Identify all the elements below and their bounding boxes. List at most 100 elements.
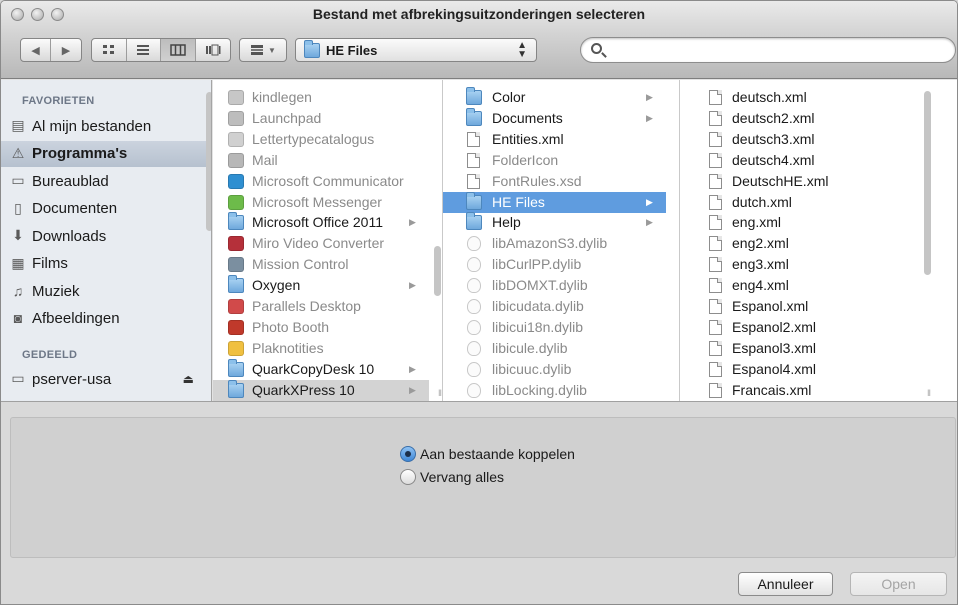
xml-file-icon (709, 236, 722, 252)
search-input[interactable] (609, 42, 939, 58)
up-down-chevron-icon: ▲ ▼ (517, 40, 527, 60)
sidebar-item-server[interactable]: ▭ pserver-usa ⏏ (1, 366, 206, 392)
sidebar-item-pictures[interactable]: ◙ Afbeeldingen (1, 306, 206, 332)
item-name: eng2.xml (732, 235, 789, 252)
item-name: Oxygen (252, 277, 301, 294)
app-icon (228, 131, 244, 147)
item-row[interactable]: libAmazonS3.dylib (443, 233, 666, 254)
sidebar-item-documents[interactable]: ▯ Documenten (1, 196, 206, 222)
sidebar-item-movies[interactable]: ▦ Films (1, 251, 206, 277)
sidebar-item-label: Bureaublad (32, 172, 109, 190)
documents-icon: ▯ (14, 199, 22, 216)
item-name: eng.xml (732, 214, 782, 231)
folder-row[interactable]: HE Files ▶ (443, 191, 666, 213)
open-button[interactable]: Open (850, 572, 947, 596)
coverflow-view-button[interactable] (196, 39, 230, 61)
item-name: deutsch.xml (732, 89, 807, 105)
column-view-icon (170, 44, 186, 56)
path-popup[interactable]: HE Files ▲ ▼ (295, 38, 537, 62)
column-quarkxpress: Color ▶ Documents ▶ Entities.xml FolderIcon Fo… (443, 80, 680, 401)
sidebar-item-applications[interactable]: ⚠ Programma's (1, 140, 206, 167)
folder-icon (228, 358, 244, 377)
item-row[interactable]: Parallels Desktop (213, 296, 429, 317)
folder-row[interactable]: QuarkCopyDesk 10 ▶ (213, 358, 429, 380)
sidebar-scrollbar[interactable] (206, 92, 211, 231)
library-file-icon (467, 299, 481, 314)
item-row[interactable]: Microsoft Messenger (213, 192, 429, 213)
sidebar-item-music[interactable]: ♫ Muziek (1, 278, 206, 304)
folder-row[interactable]: Documents ▶ (443, 107, 666, 129)
item-name: deutsch3.xml (732, 130, 815, 147)
column-resize-handle[interactable]: II (927, 388, 931, 398)
folder-row[interactable]: QuarkXPress 10 ▶ (213, 379, 429, 401)
item-row[interactable]: Plaknotities (213, 338, 429, 359)
folder-row[interactable]: Color ▶ (443, 87, 666, 108)
search-field[interactable] (580, 37, 956, 63)
cancel-button[interactable]: Annuleer (738, 572, 833, 596)
all-files-icon: ▤ (11, 117, 25, 133)
icon-view-button[interactable] (92, 39, 127, 61)
radio-selected-icon (400, 446, 416, 462)
item-row[interactable]: Microsoft Communicator (213, 171, 429, 192)
item-name: libLocking.dylib (492, 381, 587, 398)
forward-button[interactable]: ▶ (51, 39, 81, 61)
item-row[interactable]: Mission Control (213, 254, 429, 275)
library-file-icon (467, 257, 481, 273)
item-row[interactable]: Mail (213, 150, 429, 171)
item-row[interactable]: kindlegen (213, 87, 429, 108)
item-name: Francais.xml (732, 381, 812, 398)
column-he-files: deutsch.xml deutsch2.xml deutsch3.xml deuts… (680, 80, 957, 401)
item-row[interactable]: libCurlPP.dylib (443, 254, 666, 275)
item-row[interactable]: libDOMXT.dylib (443, 275, 666, 296)
list-view-button[interactable] (127, 39, 161, 61)
item-name: Espanol2.xml (732, 318, 817, 335)
sidebar-item-desktop[interactable]: ▭ Bureaublad (1, 168, 206, 194)
item-row[interactable]: Launchpad (213, 108, 429, 129)
item-row[interactable]: FontRules.xsd (443, 171, 666, 192)
item-name: Miro Video Converter (252, 235, 385, 252)
chevron-right-icon: ▶ (409, 217, 416, 228)
radio-replace-all[interactable]: Vervang alles (400, 469, 504, 485)
column-view-button[interactable] (161, 39, 196, 61)
folder-row[interactable]: Help ▶ (443, 212, 666, 233)
item-row[interactable]: Miro Video Converter (213, 233, 429, 254)
file-row[interactable]: eng3.xml (680, 254, 945, 275)
sidebar-item-all-files[interactable]: ▤ Al mijn bestanden (1, 113, 206, 139)
item-row[interactable]: libicui18n.dylib (443, 317, 666, 338)
file-row[interactable]: eng4.xml (680, 275, 945, 296)
file-row[interactable]: eng2.xml (680, 233, 945, 254)
radio-link-existing[interactable]: Aan bestaande koppelen (400, 446, 575, 462)
file-row[interactable]: Espanol3.xml (680, 338, 945, 359)
file-row[interactable]: Francais.xml (680, 380, 945, 401)
back-button[interactable]: ◀ (21, 39, 52, 61)
item-row[interactable]: Entities.xml (443, 129, 666, 150)
file-row[interactable]: deutsch3.xml (680, 129, 945, 150)
file-row[interactable]: Espanol2.xml (680, 317, 945, 338)
movies-icon: ▦ (11, 254, 25, 271)
bottom-panel: Aan bestaande koppelen Vervang alles Ann… (1, 401, 957, 604)
file-row[interactable]: Espanol4.xml (680, 359, 945, 380)
item-row[interactable]: Photo Booth (213, 317, 429, 338)
file-row[interactable]: deutsch4.xml (680, 150, 945, 171)
applications-icon: ⚠ (11, 144, 25, 161)
item-row[interactable]: libicule.dylib (443, 338, 666, 359)
item-row[interactable]: FolderIcon (443, 150, 666, 171)
column-resize-handle[interactable]: II (438, 388, 442, 398)
file-row[interactable]: Espanol.xml (680, 296, 945, 317)
column-applications-scrollbar[interactable] (434, 246, 441, 296)
item-row[interactable]: libicuuc.dylib (443, 359, 666, 380)
arrange-popup[interactable]: ▼ (239, 38, 287, 62)
item-row[interactable]: libicudata.dylib (443, 296, 666, 317)
file-row[interactable]: eng.xml (680, 212, 945, 233)
eject-icon[interactable]: ⏏ (183, 372, 194, 386)
column-he-files-scrollbar[interactable] (924, 91, 931, 275)
file-row[interactable]: deutsch.xml (680, 87, 945, 108)
file-row[interactable]: deutsch2.xml (680, 108, 945, 129)
file-row[interactable]: dutch.xml (680, 192, 945, 213)
item-row[interactable]: Lettertypecatalogus (213, 129, 429, 150)
sidebar-item-downloads[interactable]: ⬇ Downloads (1, 223, 206, 249)
folder-row[interactable]: Microsoft Office 2011 ▶ (213, 212, 429, 233)
item-row[interactable]: libLocking.dylib (443, 380, 666, 401)
file-row[interactable]: DeutschHE.xml (680, 171, 945, 192)
folder-row[interactable]: Oxygen ▶ (213, 275, 429, 296)
